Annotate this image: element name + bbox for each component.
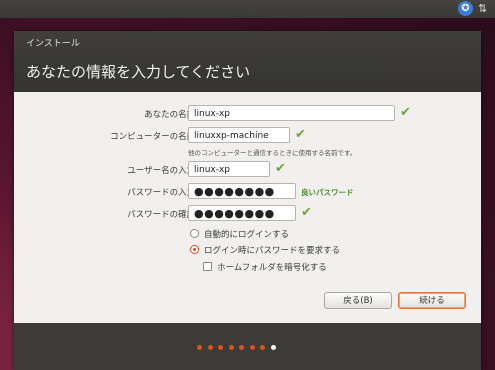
back-button[interactable]: 戻る(B) bbox=[324, 292, 392, 309]
network-arrows-icon[interactable]: ⇅ bbox=[478, 1, 487, 17]
encrypt-home-checkbox[interactable] bbox=[203, 262, 212, 271]
progress-dot bbox=[197, 345, 202, 350]
password-input[interactable]: ●●●●●●●● bbox=[188, 183, 296, 199]
auto-login-radio[interactable] bbox=[190, 229, 199, 238]
progress-dot bbox=[228, 345, 234, 350]
name-label: あなたの名前: bbox=[144, 110, 198, 120]
name-input[interactable]: linux-xp bbox=[188, 105, 395, 121]
progress-dot bbox=[260, 345, 265, 350]
encrypt-home-label[interactable]: ホームフォルダを暗号化する bbox=[217, 261, 327, 273]
username-valid-icon: ✔ bbox=[275, 161, 286, 176]
username-input[interactable]: linux-xp bbox=[188, 161, 270, 177]
progress-footer bbox=[14, 323, 481, 370]
window-title: インストール bbox=[26, 39, 80, 49]
computer-name-hint: 他のコンピューターと通信するときに使用する名前です。 bbox=[188, 149, 357, 157]
installer-window: インストール あなたの情報を入力してください あなたの名前: linux-xp … bbox=[14, 31, 481, 370]
accessibility-icon[interactable]: ✪ bbox=[458, 1, 473, 16]
require-password-label[interactable]: ログイン時にパスワードを要求する bbox=[204, 244, 340, 256]
name-valid-icon: ✔ bbox=[400, 105, 411, 120]
progress-dot bbox=[270, 345, 276, 350]
confirm-password-input[interactable]: ●●●●●●●● bbox=[188, 205, 296, 221]
progress-dot bbox=[249, 345, 255, 350]
auto-login-label[interactable]: 自動的にログインする bbox=[204, 228, 289, 240]
username-label: ユーザー名の入力: bbox=[127, 166, 198, 176]
progress-dot bbox=[239, 345, 244, 350]
continue-button[interactable]: 続ける bbox=[398, 292, 466, 309]
password-strength: 良いパスワード bbox=[301, 188, 354, 197]
computer-name-input[interactable]: linuxxp-machine bbox=[188, 127, 290, 143]
window-header: インストール あなたの情報を入力してください bbox=[14, 31, 481, 92]
computer-name-label: コンピューターの名前: bbox=[110, 132, 198, 142]
confirm-password-label: パスワードの確認: bbox=[127, 210, 198, 220]
page-title: あなたの情報を入力してください bbox=[26, 63, 251, 81]
progress-dot bbox=[218, 345, 223, 350]
confirm-password-valid-icon: ✔ bbox=[301, 205, 312, 220]
top-panel: ✪ ⇅ bbox=[0, 0, 495, 18]
computer-name-valid-icon: ✔ bbox=[295, 127, 306, 142]
progress-dot bbox=[207, 345, 213, 350]
require-password-radio[interactable] bbox=[190, 245, 199, 254]
password-label: パスワードの入力: bbox=[127, 188, 198, 198]
